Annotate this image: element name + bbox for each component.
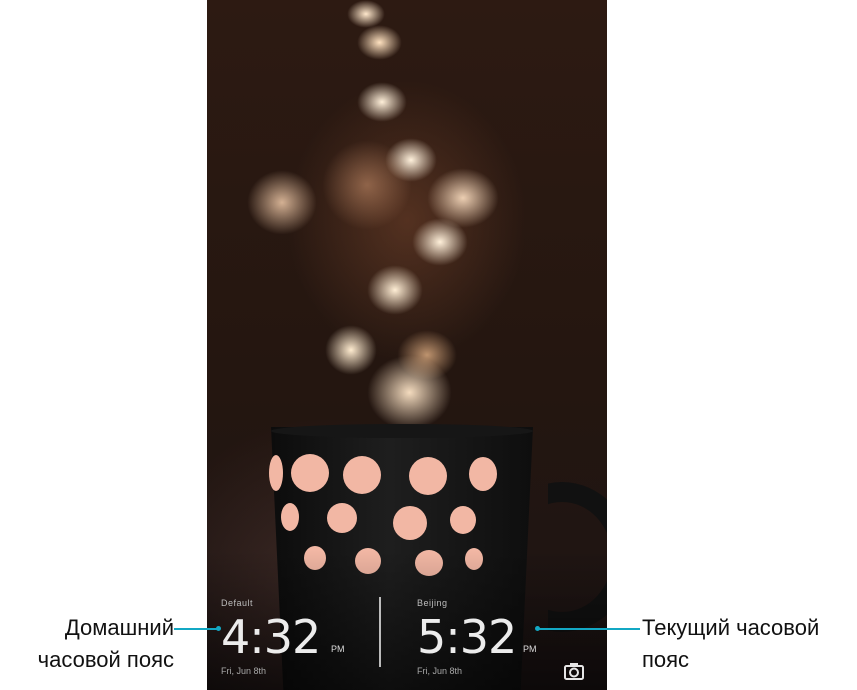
- current-timezone-pointer: [538, 628, 640, 630]
- current-clock-date: Fri, Jun 8th: [417, 666, 463, 676]
- mug-dot: [393, 506, 427, 540]
- clock-divider: [379, 597, 381, 667]
- current-clock-city: Beijing: [417, 598, 448, 608]
- current-timezone-label: Текущий часовой: [642, 615, 820, 640]
- current-timezone-pointer-dot: [535, 626, 540, 631]
- home-timezone-label: Домашний: [64, 615, 174, 640]
- bokeh-light: [412, 218, 468, 266]
- bokeh-light: [367, 265, 423, 315]
- home-clock-date: Fri, Jun 8th: [221, 666, 267, 676]
- mug-dot: [327, 503, 357, 533]
- current-clock-ampm: PM: [523, 644, 537, 654]
- mug-dot: [469, 457, 497, 491]
- mug-dot: [269, 455, 283, 491]
- bokeh-light: [322, 140, 412, 230]
- bokeh-light: [247, 170, 317, 235]
- current-clock-time: 5:32: [417, 610, 517, 664]
- home-clock-ampm: PM: [331, 644, 345, 654]
- camera-icon[interactable]: [563, 660, 585, 682]
- mug-dot: [450, 506, 476, 534]
- home-timezone-pointer: [174, 628, 218, 630]
- lock-screen: Default 4:32 PM Fri, Jun 8th Beijing 5:3…: [207, 0, 607, 690]
- mug-dot: [291, 454, 329, 492]
- home-timezone-label-line2: часовой пояс: [37, 647, 174, 672]
- bokeh-light: [347, 0, 385, 28]
- mug-rim: [271, 424, 533, 438]
- bokeh-light: [357, 82, 407, 122]
- mug-dot: [343, 456, 381, 494]
- bokeh-light: [357, 25, 402, 60]
- bokeh-light: [397, 330, 457, 380]
- home-clock-city: Default: [221, 598, 254, 608]
- mug-dot: [409, 457, 447, 495]
- home-clock-time: 4:32: [221, 610, 321, 664]
- mug-dot: [281, 503, 299, 531]
- current-timezone-label-line2: пояс: [642, 647, 690, 672]
- bokeh-light: [325, 325, 377, 375]
- home-timezone-pointer-dot: [216, 626, 221, 631]
